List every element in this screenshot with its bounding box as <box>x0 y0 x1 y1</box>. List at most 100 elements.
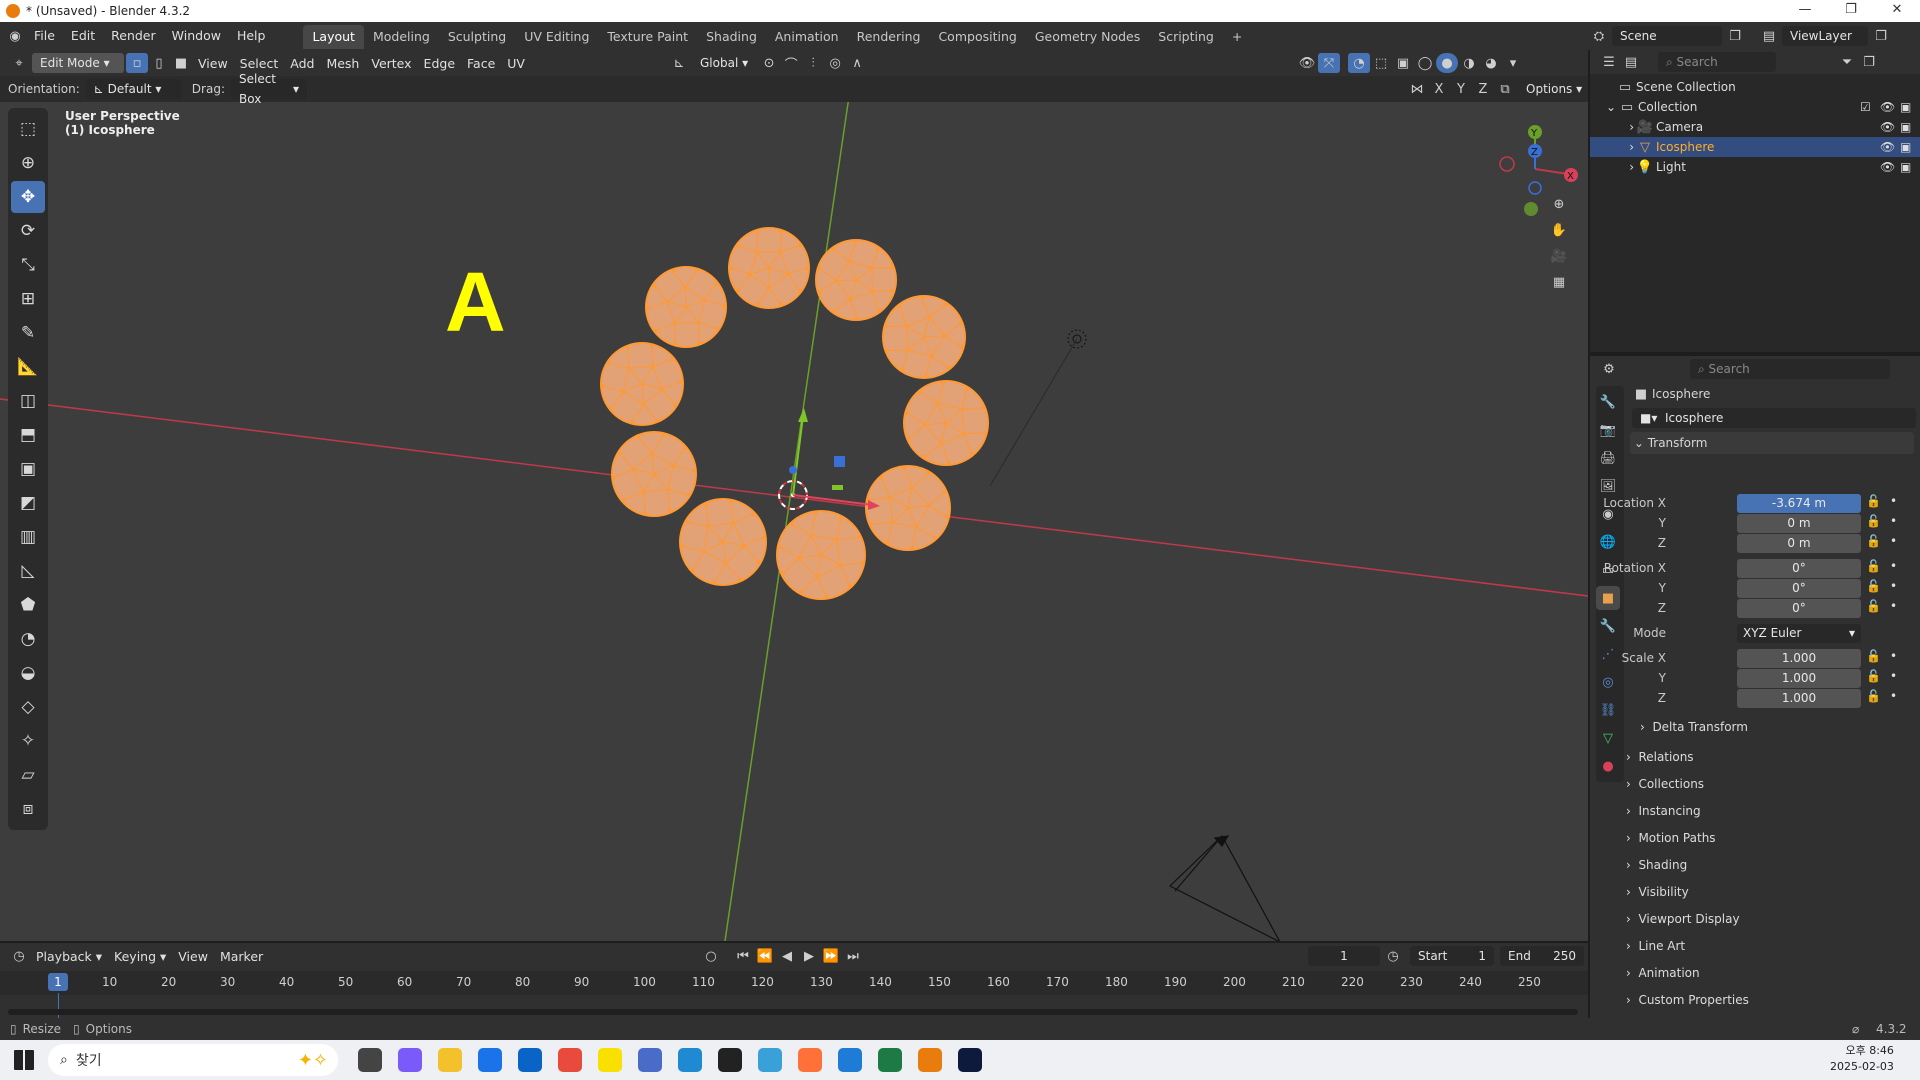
material-shading-icon[interactable]: ◑ <box>1458 53 1480 73</box>
outliner-scene-collection[interactable]: ▭ Scene Collection <box>1590 77 1920 97</box>
mesh-overlays-icon[interactable]: ⬚ <box>1370 53 1392 73</box>
viewport-canvas[interactable] <box>0 76 1588 941</box>
copilot-icon[interactable] <box>390 1040 430 1080</box>
menu-keying[interactable]: Keying ▾ <box>108 949 172 964</box>
edge-slide-tool-icon[interactable]: ◇ <box>11 691 45 723</box>
proportional-edit-icon[interactable]: ◎ <box>824 53 846 73</box>
falloff-icon[interactable]: ∧ <box>846 53 868 73</box>
collection-visibility-icon[interactable]: 👁 <box>1880 100 1895 114</box>
mode-selector[interactable]: Edit Mode ▾ <box>32 53 124 73</box>
shading-options-icon[interactable]: ▾ <box>1502 53 1524 73</box>
menu-uv[interactable]: UV <box>501 56 531 71</box>
inset-tool-icon[interactable]: ▣ <box>11 453 45 485</box>
knife-tool-icon[interactable]: ◺ <box>11 555 45 587</box>
icosphere-visibility-icon[interactable]: 👁 <box>1880 140 1895 154</box>
rotate-tool-icon[interactable]: ⟳ <box>11 215 45 247</box>
data-tab-icon[interactable]: ▽ <box>1596 726 1620 750</box>
icosphere-mesh[interactable] <box>882 295 966 379</box>
scale-tool-icon[interactable]: ⤡ <box>11 249 45 281</box>
extrude-tool-icon[interactable]: ⬒ <box>11 419 45 451</box>
transform-panel-header[interactable]: ⌄ Transform <box>1630 432 1914 454</box>
orientation-dropdown[interactable]: ⊾ Default ▾ <box>85 79 182 99</box>
jump-end-icon[interactable]: ⏭ <box>842 946 864 966</box>
add-cube-tool-icon[interactable]: ◫ <box>11 385 45 417</box>
excel-icon[interactable] <box>870 1040 910 1080</box>
rotation-y-field[interactable]: 0° <box>1737 579 1861 598</box>
lock-icon[interactable]: 🔓 <box>1866 514 1881 528</box>
panel-motion-paths[interactable]: › Motion Paths <box>1626 827 1908 849</box>
ortho-grid-icon[interactable]: ▦ <box>1548 272 1570 292</box>
new-viewlayer-icon[interactable]: ❐ <box>1870 26 1892 46</box>
tab-sculpting[interactable]: Sculpting <box>439 25 515 49</box>
viewport-3d[interactable]: User Perspective (1) Icosphere A Y X Z ⊕… <box>0 76 1588 941</box>
tab-modeling[interactable]: Modeling <box>364 25 439 49</box>
keyframe-dot-icon[interactable]: • <box>1890 669 1897 683</box>
axis-y-toggle[interactable]: Y <box>1450 79 1472 99</box>
keyframe-dot-icon[interactable]: • <box>1890 689 1897 703</box>
blender-menu-icon[interactable]: ◉ <box>4 26 26 46</box>
keyframe-dot-icon[interactable]: • <box>1890 514 1897 528</box>
viewlayer-selector[interactable]: ViewLayer <box>1782 26 1868 46</box>
pan-hand-icon[interactable]: ✋ <box>1548 220 1570 240</box>
add-workspace-icon[interactable]: + <box>1223 25 1251 49</box>
keyframe-dot-icon[interactable]: • <box>1890 649 1897 663</box>
icosphere-mesh[interactable] <box>679 498 767 586</box>
file-explorer-icon[interactable] <box>430 1040 470 1080</box>
lock-icon[interactable]: 🔓 <box>1866 649 1881 663</box>
light-visibility-icon[interactable]: 👁 <box>1880 160 1895 174</box>
icosphere-mesh[interactable] <box>645 266 727 348</box>
rotation-z-field[interactable]: 0° <box>1737 599 1861 618</box>
transform-orientation-dropdown[interactable]: Global ▾ <box>692 53 756 73</box>
location-z-field[interactable]: 0 m <box>1737 534 1861 553</box>
icosphere-mesh[interactable] <box>728 227 810 309</box>
annotate-tool-icon[interactable]: ✎ <box>11 317 45 349</box>
menu-edit[interactable]: Edit <box>63 22 103 50</box>
jump-keyframe-forward-icon[interactable]: ⏩ <box>820 946 842 966</box>
light-render-icon[interactable]: ▣ <box>1900 160 1911 174</box>
camera-view-icon[interactable]: 🎥 <box>1548 246 1570 266</box>
properties-editor-icon[interactable]: ⚙ <box>1598 359 1620 379</box>
taskbar-search-box[interactable]: ⌕ 찾기 ✦✧ <box>48 1044 338 1076</box>
panel-custom-properties[interactable]: › Custom Properties <box>1626 989 1908 1011</box>
menu-file[interactable]: File <box>26 22 63 50</box>
snap-icon[interactable]: ⌒ <box>780 53 802 73</box>
menu-face[interactable]: Face <box>461 56 501 71</box>
keyframe-dot-icon[interactable]: • <box>1890 579 1897 593</box>
chrome-icon[interactable] <box>550 1040 590 1080</box>
calculator-icon[interactable] <box>630 1040 670 1080</box>
cursor-tool-icon[interactable]: ⊕ <box>11 147 45 179</box>
icosphere-mesh[interactable] <box>611 431 697 517</box>
timeline-editor-icon[interactable]: ◷ <box>8 946 30 966</box>
auto-keying-icon[interactable]: ○ <box>700 946 722 966</box>
xray-icon[interactable]: ▣ <box>1392 53 1414 73</box>
minimize-icon[interactable]: — <box>1782 0 1828 22</box>
timeline-scrollbar[interactable] <box>8 1009 1578 1015</box>
tab-uv-editing[interactable]: UV Editing <box>515 25 598 49</box>
drag-dropdown[interactable]: Select Box ▾ <box>230 72 307 106</box>
keyframe-dot-icon[interactable]: • <box>1890 534 1897 548</box>
scene-icon[interactable]: ⛭ <box>1588 26 1610 46</box>
panel-line-art[interactable]: › Line Art <box>1626 935 1908 957</box>
current-frame-field[interactable]: 1 <box>1308 946 1380 966</box>
kakaotalk-icon[interactable] <box>590 1040 630 1080</box>
collection-checkbox[interactable]: ☑ <box>1860 100 1871 114</box>
icosphere-mesh[interactable] <box>865 465 951 551</box>
location-x-field[interactable]: -3.674 m <box>1737 494 1861 513</box>
icosphere-mesh[interactable] <box>600 342 684 426</box>
jump-keyframe-back-icon[interactable]: ⏪ <box>754 946 776 966</box>
smooth-tool-icon[interactable]: ◒ <box>11 657 45 689</box>
icosphere-mesh[interactable] <box>815 239 897 321</box>
preview-range-icon[interactable]: ◷ <box>1382 946 1404 966</box>
zoom-icon[interactable]: ⊕ <box>1548 194 1570 214</box>
viewlayer-icon[interactable]: ▤ <box>1758 26 1780 46</box>
windows-start-icon[interactable] <box>4 1040 44 1080</box>
panel-collections[interactable]: › Collections <box>1626 773 1908 795</box>
axis-z-toggle[interactable]: Z <box>1472 79 1494 99</box>
camera-visibility-icon[interactable]: 👁 <box>1880 120 1895 134</box>
tab-texture-paint[interactable]: Texture Paint <box>598 25 697 49</box>
menu-timeline-view[interactable]: View <box>172 949 214 964</box>
collection-render-icon[interactable]: ▣ <box>1900 100 1911 114</box>
panel-shading[interactable]: › Shading <box>1626 854 1908 876</box>
overlays-icon[interactable]: ◔ <box>1348 53 1370 73</box>
auto-merge-icon[interactable]: ⧉ <box>1494 79 1516 99</box>
